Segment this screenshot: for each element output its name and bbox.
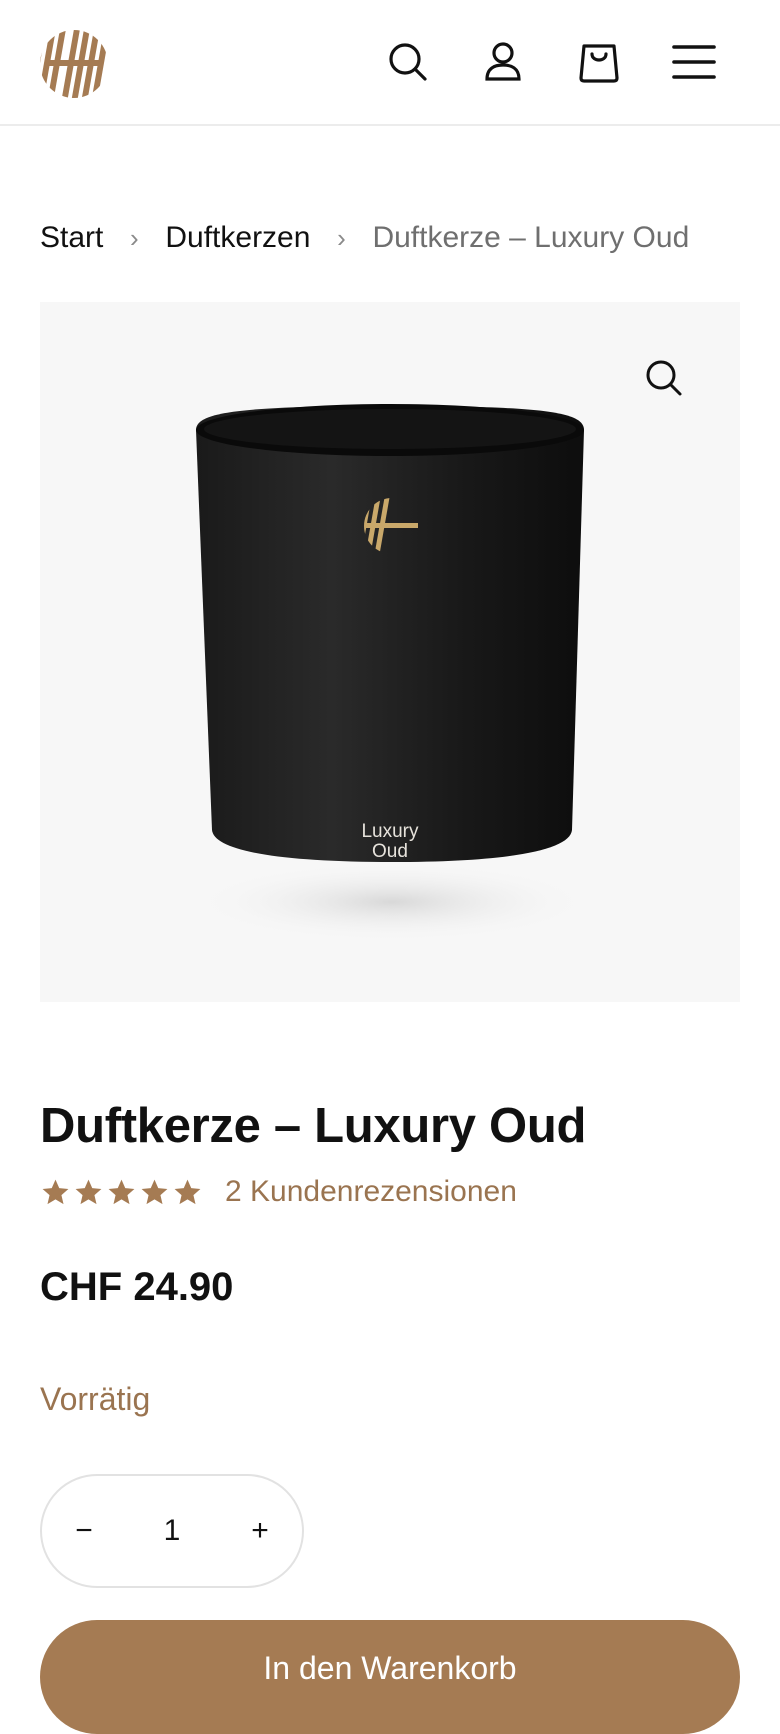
search-icon[interactable] xyxy=(386,40,430,84)
breadcrumb-separator: › xyxy=(130,222,139,253)
quantity-increase-button[interactable]: + xyxy=(218,1476,302,1586)
jar-label: Luxury Oud xyxy=(350,822,430,862)
brand-monogram-icon xyxy=(40,30,108,98)
product-title: Duftkerze – Luxury Oud xyxy=(40,1099,587,1153)
breadcrumb-separator: › xyxy=(337,222,346,253)
brand-logo[interactable] xyxy=(38,29,110,99)
star-rating xyxy=(40,1177,203,1208)
add-to-cart-label: In den Warenkorb xyxy=(263,1650,517,1686)
breadcrumb: Start › Duftkerzen › Duftkerze – Luxury … xyxy=(40,218,689,258)
reviews-link[interactable]: 2 Kundenrezensionen xyxy=(225,1175,517,1209)
quantity-decrease-button[interactable]: − xyxy=(42,1476,126,1586)
zoom-icon[interactable] xyxy=(640,354,688,402)
star-icon xyxy=(42,1179,69,1204)
menu-icon[interactable] xyxy=(672,40,716,84)
breadcrumb-start-link[interactable]: Start xyxy=(40,221,103,255)
star-icon xyxy=(174,1179,201,1204)
jar-label-line: Oud xyxy=(372,841,408,862)
user-icon[interactable] xyxy=(481,40,525,84)
bag-icon[interactable] xyxy=(577,40,621,84)
product-gallery[interactable]: Luxury Oud xyxy=(40,302,740,1002)
site-header xyxy=(0,0,780,126)
star-icon xyxy=(141,1179,168,1204)
product-rating: 2 Kundenrezensionen xyxy=(40,1172,517,1212)
quantity-stepper: − 1 + xyxy=(40,1474,304,1588)
star-icon xyxy=(108,1179,135,1204)
product-image xyxy=(192,404,592,942)
add-to-cart-button[interactable]: In den Warenkorb xyxy=(40,1620,740,1734)
star-icon xyxy=(75,1179,102,1204)
jar-label-line: Luxury xyxy=(361,821,419,842)
quantity-input[interactable]: 1 xyxy=(126,1514,218,1548)
product-price: CHF 24.90 xyxy=(40,1265,234,1309)
stock-status: Vorrätig xyxy=(40,1381,151,1417)
breadcrumb-category-link[interactable]: Duftkerzen xyxy=(165,221,310,255)
breadcrumb-current: Duftkerze – Luxury Oud xyxy=(372,221,690,254)
